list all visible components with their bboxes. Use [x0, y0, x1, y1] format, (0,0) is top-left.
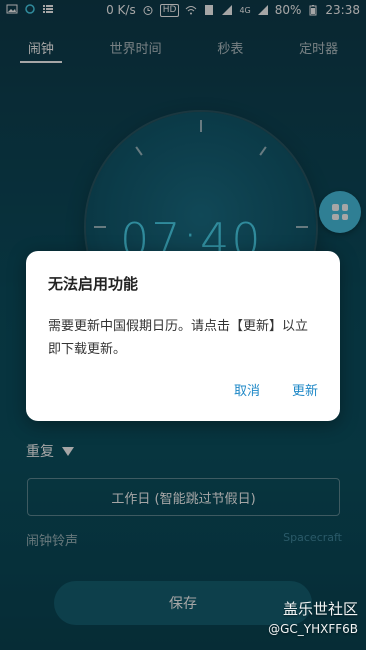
update-dialog: 无法启用功能 需要更新中国假期日历。请点击【更新】以立即下载更新。 取消 更新 — [26, 251, 340, 421]
watermark-user: @GC_YHXFF6B — [268, 622, 358, 636]
dialog-title: 无法启用功能 — [48, 275, 139, 293]
update-button[interactable]: 更新 — [292, 380, 318, 399]
watermark-site: 盖乐世社区 — [282, 600, 358, 618]
dialog-message: 需要更新中国假期日历。请点击【更新】以立即下载更新。 — [48, 319, 309, 357]
cancel-button[interactable]: 取消 — [234, 380, 260, 399]
dialog-actions: 取消 更新 — [234, 380, 318, 399]
